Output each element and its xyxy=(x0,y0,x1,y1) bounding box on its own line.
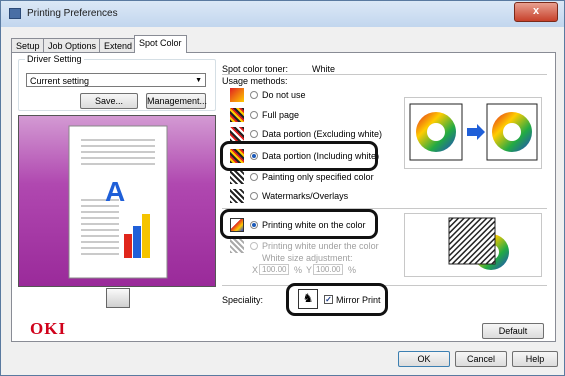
radio-watermarks-overlays[interactable] xyxy=(250,192,258,200)
usage-illustration xyxy=(404,97,542,169)
highlight-mirror-print xyxy=(286,283,388,316)
printing-preferences-window: Printing Preferences x Setup Job Options… xyxy=(0,0,565,376)
chevron-down-icon: ▼ xyxy=(195,77,202,84)
tab-extend[interactable]: Extend xyxy=(99,38,138,53)
preview-letter: A xyxy=(105,176,126,207)
preview-area: A xyxy=(18,115,216,287)
printing-white-illustration xyxy=(404,213,542,277)
spot-color-toner-value: White xyxy=(312,64,336,74)
white-size-y-input[interactable]: 100.00 xyxy=(313,264,343,275)
radio-do-not-use[interactable] xyxy=(250,91,258,99)
management-button[interactable]: Management... xyxy=(146,93,207,109)
printer-preview-icon xyxy=(106,288,130,308)
printer-icon xyxy=(9,8,21,19)
tab-setup[interactable]: Setup xyxy=(11,38,45,53)
printing-white-under-icon xyxy=(230,239,244,253)
driver-setting-label: Driver Setting xyxy=(25,54,84,64)
white-size-adjustment-label: White size adjustment: xyxy=(262,253,353,263)
white-size-x-unit: % xyxy=(294,265,303,275)
printing-white-under-label: Printing white under the color xyxy=(262,241,379,251)
watermarks-overlays-label: Watermarks/Overlays xyxy=(262,191,349,201)
data-portion-excluding-icon xyxy=(230,127,244,141)
full-page-icon xyxy=(230,108,244,122)
driver-setting-combo[interactable]: Current setting ▼ xyxy=(26,73,206,87)
painting-specified-color-label: Painting only specified color xyxy=(262,172,374,182)
overlay-illustration xyxy=(448,217,509,270)
highlight-printing-white xyxy=(220,209,378,239)
spot-color-toner-label: Spot color toner: xyxy=(222,64,289,74)
default-button[interactable]: Default xyxy=(482,323,544,339)
color-ring-illustration xyxy=(409,103,538,161)
oki-logo: OKI xyxy=(30,319,67,338)
help-button[interactable]: Help xyxy=(512,351,558,367)
usage-methods-label: Usage methods: xyxy=(222,76,288,86)
x-axis-label: X xyxy=(252,265,259,275)
separator xyxy=(222,74,547,75)
cancel-button[interactable]: Cancel xyxy=(455,351,507,367)
close-button[interactable]: x xyxy=(514,2,558,22)
painting-specified-color-icon xyxy=(230,170,244,184)
radio-printing-white-under-color[interactable] xyxy=(250,242,258,250)
title-bar: Printing Preferences x xyxy=(1,1,564,27)
ok-button[interactable]: OK xyxy=(398,351,450,367)
do-not-use-icon xyxy=(230,88,244,102)
spot-color-panel: Driver Setting Current setting ▼ Save...… xyxy=(11,52,556,342)
white-size-x-input[interactable]: 100.00 xyxy=(259,264,289,275)
speciality-label: Speciality: xyxy=(222,295,264,305)
tab-spot-color[interactable]: Spot Color xyxy=(134,35,187,53)
do-not-use-label: Do not use xyxy=(262,90,306,100)
highlight-data-portion xyxy=(220,141,378,171)
window-title: Printing Preferences xyxy=(27,8,118,19)
radio-data-portion-excluding-white[interactable] xyxy=(250,130,258,138)
y-axis-label: Y xyxy=(306,265,313,275)
save-button[interactable]: Save... xyxy=(80,93,138,109)
watermarks-overlays-icon xyxy=(230,189,244,203)
full-page-label: Full page xyxy=(262,110,300,120)
radio-painting-specified-color[interactable] xyxy=(250,173,258,181)
driver-setting-value: Current setting xyxy=(30,76,90,86)
data-portion-excluding-label: Data portion (Excluding white) xyxy=(262,129,383,139)
radio-full-page[interactable] xyxy=(250,111,258,119)
tab-job-options[interactable]: Job Options xyxy=(43,38,102,53)
white-size-y-unit: % xyxy=(348,265,357,275)
